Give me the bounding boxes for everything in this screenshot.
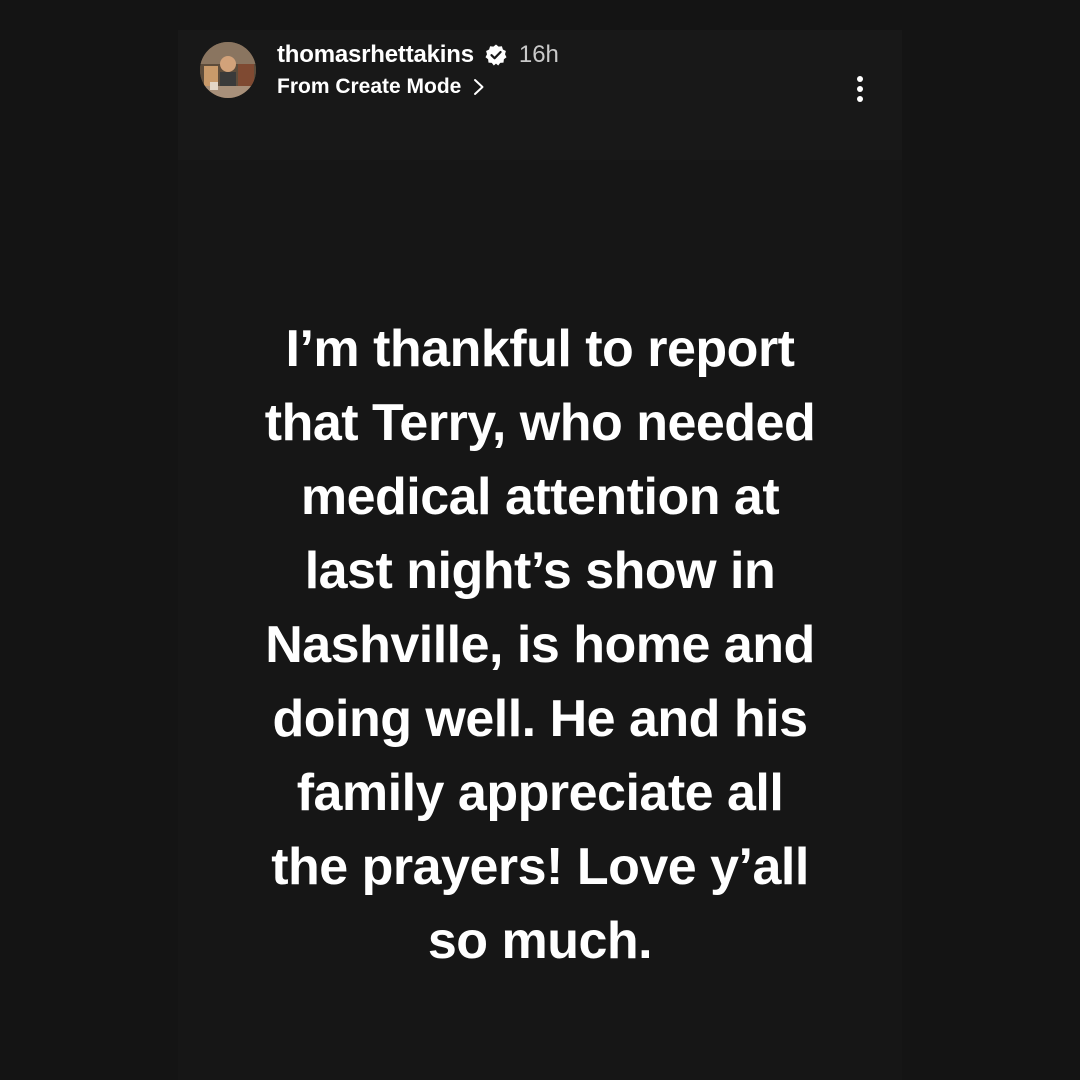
header-text: thomasrhettakins 16h From Create Mode: [277, 38, 559, 102]
message-line: so much.: [427, 912, 653, 970]
message-line: last night’s show in: [304, 542, 776, 600]
create-mode-label[interactable]: From Create Mode: [277, 75, 461, 99]
message-line: medical attention at: [300, 468, 780, 526]
verified-badge-icon: [484, 43, 508, 67]
chevron-right-icon[interactable]: [473, 78, 485, 96]
story-message: I’m thankful to report that Terry, who n…: [178, 312, 902, 978]
message-line: family appreciate all: [296, 764, 784, 822]
username[interactable]: thomasrhettakins: [277, 41, 474, 69]
story-header: thomasrhettakins 16h From Create Mode: [178, 30, 902, 160]
message-line: the prayers! Love y’all: [271, 838, 809, 896]
message-line: doing well. He and his: [272, 690, 808, 748]
avatar-image: [200, 42, 256, 98]
page-frame: thomasrhettakins 16h From Create Mode I’…: [0, 0, 1080, 1080]
timestamp: 16h: [518, 41, 559, 68]
more-options-icon[interactable]: [842, 50, 878, 120]
header-subtitle-row[interactable]: From Create Mode: [277, 72, 559, 102]
message-line: I’m thankful to report: [285, 320, 796, 378]
message-line: Nashville, is home and: [265, 616, 815, 674]
story-view[interactable]: thomasrhettakins 16h From Create Mode I’…: [178, 30, 902, 1080]
message-line: that Terry, who needed: [264, 394, 816, 452]
header-title-row: thomasrhettakins 16h: [277, 38, 559, 72]
avatar[interactable]: [200, 42, 256, 98]
